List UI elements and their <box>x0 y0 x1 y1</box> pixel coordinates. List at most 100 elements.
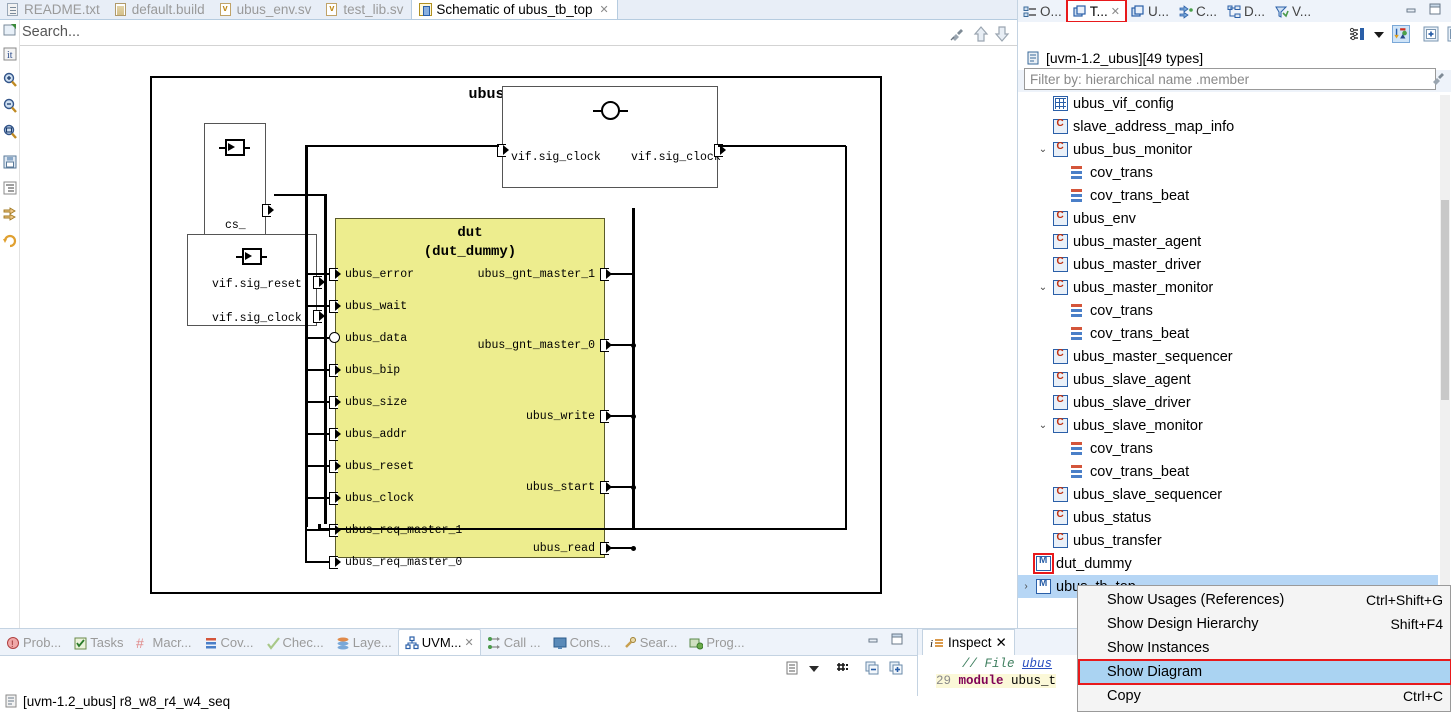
collapse-all-icon[interactable] <box>864 660 880 676</box>
bottom-tab-prob[interactable]: ! Prob... <box>0 630 67 655</box>
tree-item-ubus_transfer[interactable]: ubus_transfer <box>1018 529 1438 552</box>
right-tab-2[interactable]: U... <box>1126 1 1174 22</box>
filter-sort-icon[interactable] <box>1348 25 1366 43</box>
zoom-in-icon[interactable] <box>2 72 18 88</box>
bottom-tab-macr[interactable]: # Macr... <box>130 630 198 655</box>
arrow-up-icon[interactable] <box>972 25 990 43</box>
chevron-right-icon[interactable]: › <box>1020 581 1032 592</box>
chevron-down-icon[interactable]: ⌄ <box>1037 420 1049 431</box>
list-view-icon[interactable] <box>784 660 800 676</box>
tree-item-ubus_slave_agent[interactable]: ubus_slave_agent <box>1018 368 1438 391</box>
chevron-down-icon[interactable]: ⌄ <box>1037 144 1049 155</box>
grid-icon[interactable] <box>834 660 850 676</box>
filter-input[interactable]: Filter by: hierarchical name .member <box>1024 68 1436 90</box>
minimize-icon[interactable] <box>1404 2 1418 16</box>
console-icon <box>553 637 567 649</box>
editor-tab-test-lib-sv[interactable]: test_lib.sv <box>319 0 411 19</box>
tree-item-cov_trans_beat[interactable]: cov_trans_beat <box>1018 460 1438 483</box>
tree-item-ubus_slave_driver[interactable]: ubus_slave_driver <box>1018 391 1438 414</box>
zoom-out-icon[interactable] <box>2 98 18 114</box>
info-icon[interactable]: it <box>2 46 18 62</box>
save-icon[interactable] <box>2 154 18 170</box>
tree-item-cov_trans[interactable]: cov_trans <box>1018 299 1438 322</box>
schematic-block-cs[interactable]: cs_ <box>204 123 266 244</box>
svg-text:!: ! <box>11 639 14 649</box>
close-icon[interactable]: ✕ <box>1111 5 1120 18</box>
bottom-tab-sear[interactable]: Sear... <box>617 630 684 655</box>
tree-item-ubus_slave_sequencer[interactable]: ubus_slave_sequencer <box>1018 483 1438 506</box>
tree-item-dut_dummy[interactable]: dut_dummy <box>1018 552 1438 575</box>
close-icon[interactable]: ✕ <box>600 3 609 16</box>
right-tab-0[interactable]: O... <box>1018 1 1067 22</box>
pin-icon[interactable] <box>948 25 966 43</box>
expand-all-icon[interactable] <box>1422 25 1440 43</box>
close-icon[interactable]: ✕ <box>465 636 474 649</box>
menu-item-show-usages-references[interactable]: Show Usages (References) Ctrl+Shift+G <box>1079 588 1451 612</box>
tab-inspect[interactable]: i Inspect ✕ <box>922 629 1015 655</box>
expand-all-icon[interactable] <box>888 660 904 676</box>
bottom-tab-prog[interactable]: Prog... <box>683 630 750 655</box>
tree-item-cov_trans[interactable]: cov_trans <box>1018 161 1438 184</box>
chevron-down-icon[interactable] <box>1370 25 1388 43</box>
bottom-tab-call[interactable]: Call ... <box>481 630 547 655</box>
editor-tab-default-build[interactable]: default.build <box>108 0 213 19</box>
tree-item-ubus_bus_monitor[interactable]: ⌄ ubus_bus_monitor <box>1018 138 1438 161</box>
right-tab-4[interactable]: D... <box>1222 1 1270 22</box>
pin-editor-icon[interactable] <box>2 22 18 38</box>
bottom-tab-uvm[interactable]: UVM... ✕ <box>397 629 481 655</box>
tree-item-ubus_status[interactable]: ubus_status <box>1018 506 1438 529</box>
tree-item-ubus_master_driver[interactable]: ubus_master_driver <box>1018 253 1438 276</box>
menu-item-show-diagram[interactable]: Show Diagram <box>1078 659 1451 685</box>
maximize-icon[interactable] <box>1428 2 1442 16</box>
editor-tab-readme-txt[interactable]: README.txt <box>0 0 108 19</box>
schematic-canvas[interactable]: ubus_tb_top cs_ vif.sig_reset vif.sig_cl… <box>20 47 1017 628</box>
outline-icon[interactable] <box>2 180 18 196</box>
outline-icon <box>1023 6 1036 17</box>
chevron-down-icon[interactable] <box>806 660 822 676</box>
minimize-icon[interactable] <box>866 632 880 646</box>
tree-item-cov_trans_beat[interactable]: cov_trans_beat <box>1018 322 1438 345</box>
editor-tab-schematic-of-ubus-tb-top[interactable]: Schematic of ubus_tb_top ✕ <box>411 0 618 19</box>
editor-tab-ubus-env-sv[interactable]: ubus_env.sv <box>213 0 320 19</box>
bottom-tab-cov[interactable]: Cov... <box>198 630 260 655</box>
tree-item-ubus_master_sequencer[interactable]: ubus_master_sequencer <box>1018 345 1438 368</box>
maximize-icon[interactable] <box>890 632 904 646</box>
context-menu[interactable]: Show Usages (References) Ctrl+Shift+G Show… <box>1077 585 1451 712</box>
sort-by-icon[interactable] <box>1392 25 1410 43</box>
expand-icon[interactable] <box>2 206 18 222</box>
chevron-down-icon[interactable]: ⌄ <box>1037 282 1049 293</box>
search-input[interactable]: Search... <box>22 24 80 40</box>
arrow-down-icon[interactable] <box>993 25 1011 43</box>
collapse-all-icon[interactable] <box>1446 25 1451 43</box>
schematic-clockgen-in-label: vif.sig_clock <box>511 151 601 164</box>
close-icon[interactable]: ✕ <box>996 635 1007 651</box>
bottom-tab-cons[interactable]: Cons... <box>547 630 617 655</box>
tree-item-cov_trans_beat[interactable]: cov_trans_beat <box>1018 184 1438 207</box>
tree-item-cov_trans[interactable]: cov_trans <box>1018 437 1438 460</box>
bottom-tab-chec[interactable]: Chec... <box>260 630 330 655</box>
tree-scrollbar-thumb[interactable] <box>1441 200 1449 400</box>
editor-area: README.txt default.build ubus_env.sv test_l… <box>0 0 1017 628</box>
menu-item-copy[interactable]: Copy Ctrl+C <box>1079 684 1451 708</box>
tree-item-ubus_vif_config[interactable]: ubus_vif_config <box>1018 92 1438 115</box>
types-tree[interactable]: ubus_vif_config slave_address_map_info ⌄ ub… <box>1018 92 1451 628</box>
bottom-tab-tasks[interactable]: Tasks <box>67 630 129 655</box>
bottom-tab-laye[interactable]: Laye... <box>330 630 398 655</box>
code-comment-link[interactable]: ubus <box>1022 657 1052 671</box>
tree-item-ubus_slave_monitor[interactable]: ⌄ ubus_slave_monitor <box>1018 414 1438 437</box>
schematic-block-clockgen[interactable]: vif.sig_clock vif.sig_clock <box>502 86 721 188</box>
wire-cs-to-bus <box>274 194 326 196</box>
zoom-fit-icon[interactable] <box>2 124 18 140</box>
right-tab-1[interactable]: T... ✕ <box>1065 0 1128 23</box>
filter-history-icon[interactable] <box>1430 70 1446 86</box>
right-tab-3[interactable]: C... <box>1174 1 1222 22</box>
right-tab-5[interactable]: V... <box>1270 1 1316 22</box>
tree-item-ubus_master_agent[interactable]: ubus_master_agent <box>1018 230 1438 253</box>
menu-item-show-design-hierarchy[interactable]: Show Design Hierarchy Shift+F4 <box>1079 612 1451 636</box>
tree-item-ubus_env[interactable]: ubus_env <box>1018 207 1438 230</box>
menu-item-show-instances[interactable]: Show Instances <box>1079 636 1451 660</box>
tree-item-ubus_master_monitor[interactable]: ⌄ ubus_master_monitor <box>1018 276 1438 299</box>
tree-item-label: cov_trans <box>1090 164 1153 181</box>
tree-item-slave_address_map_info[interactable]: slave_address_map_info <box>1018 115 1438 138</box>
refresh-icon[interactable] <box>2 232 18 248</box>
